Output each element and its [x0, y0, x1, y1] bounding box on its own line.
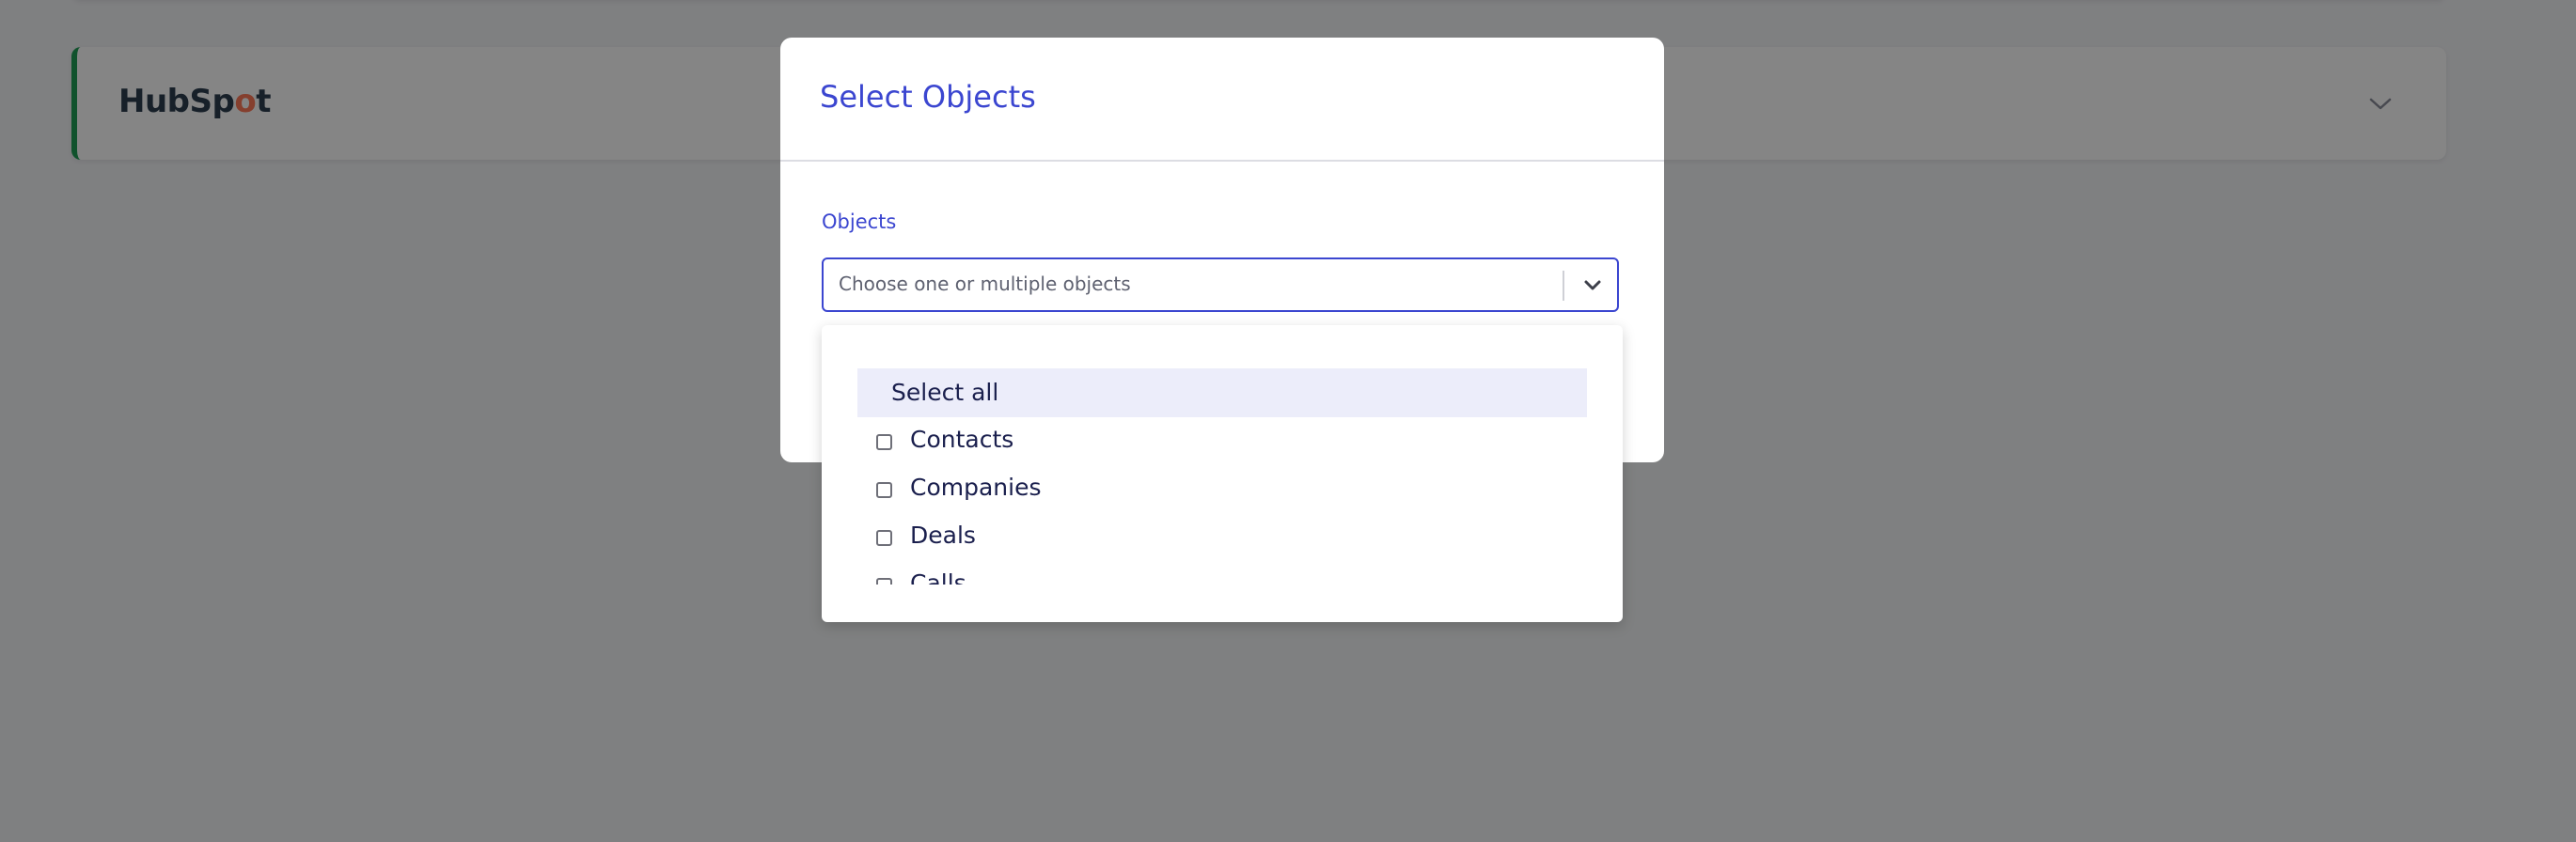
select-separator	[1563, 271, 1564, 301]
option-label: Contacts	[910, 426, 1014, 453]
option-label: Companies	[910, 474, 1042, 501]
objects-select-placeholder: Choose one or multiple objects	[839, 273, 1131, 295]
select-all-option[interactable]: Select all	[857, 368, 1587, 417]
deals-checkbox[interactable]	[876, 530, 892, 546]
companies-checkbox[interactable]	[876, 482, 892, 498]
option-calls[interactable]: Calls	[857, 561, 1587, 585]
modal-title: Select Objects	[820, 79, 1036, 115]
chevron-down-icon[interactable]	[1581, 274, 1604, 297]
contacts-checkbox[interactable]	[876, 434, 892, 450]
select-all-label: Select all	[891, 379, 999, 406]
modal-header: Select Objects	[780, 38, 1664, 162]
objects-dropdown-menu: Select all Contacts Companies Deals Call…	[822, 325, 1623, 622]
objects-dropdown-list[interactable]: Select all Contacts Companies Deals Call…	[857, 368, 1587, 585]
calls-checkbox[interactable]	[876, 578, 892, 585]
objects-select[interactable]: Choose one or multiple objects	[822, 257, 1619, 312]
option-contacts[interactable]: Contacts	[857, 417, 1587, 465]
option-companies[interactable]: Companies	[857, 465, 1587, 513]
option-label: Calls	[910, 569, 966, 585]
option-label: Deals	[910, 522, 976, 549]
objects-field-label: Objects	[822, 210, 897, 233]
option-deals[interactable]: Deals	[857, 513, 1587, 561]
